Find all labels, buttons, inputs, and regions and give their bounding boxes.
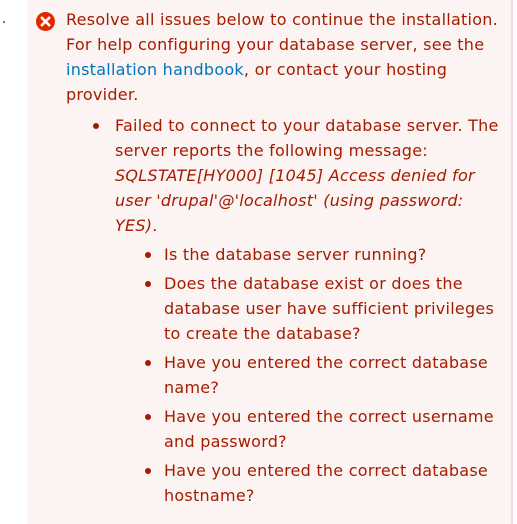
question-item: Does the database exist or does the data… xyxy=(145,271,510,346)
question-item: Have you entered the correct database ho… xyxy=(145,458,510,508)
bullet xyxy=(145,414,151,420)
question-text: Does the database exist or does the data… xyxy=(164,274,495,343)
bullet xyxy=(145,360,151,366)
question-item: Is the database server running? xyxy=(145,242,510,267)
installation-handbook-link[interactable]: installation handbook xyxy=(66,60,244,79)
sqlstate-message: SQLSTATE[HY000] [1045] Access denied for… xyxy=(115,166,475,235)
question-item: Have you entered the correct username an… xyxy=(145,404,510,454)
question-list: Is the database server running? Does the… xyxy=(115,242,510,508)
bullet xyxy=(145,468,151,474)
issue-text: Failed to connect to your database serve… xyxy=(115,116,499,160)
page: Resolve all issues below to continue the… xyxy=(0,0,517,524)
error-message-panel: Resolve all issues below to continue the… xyxy=(27,0,513,524)
question-text: Have you entered the correct database ho… xyxy=(164,461,489,505)
issue-period: . xyxy=(152,216,158,235)
bullet xyxy=(145,252,151,258)
question-item: Have you entered the correct database na… xyxy=(145,350,510,400)
issue-item: Failed to connect to your database serve… xyxy=(93,113,510,508)
bullet xyxy=(145,281,151,287)
stray-dot xyxy=(3,21,5,23)
issue-list: Failed to connect to your database serve… xyxy=(93,113,510,512)
question-text: Have you entered the correct database na… xyxy=(164,353,489,397)
intro-prefix: Resolve all issues below to continue the… xyxy=(66,10,498,54)
bullet xyxy=(93,123,99,129)
question-text: Have you entered the correct username an… xyxy=(164,407,494,451)
question-text: Is the database server running? xyxy=(164,245,427,264)
error-icon xyxy=(36,12,55,31)
error-intro: Resolve all issues below to continue the… xyxy=(66,7,506,107)
